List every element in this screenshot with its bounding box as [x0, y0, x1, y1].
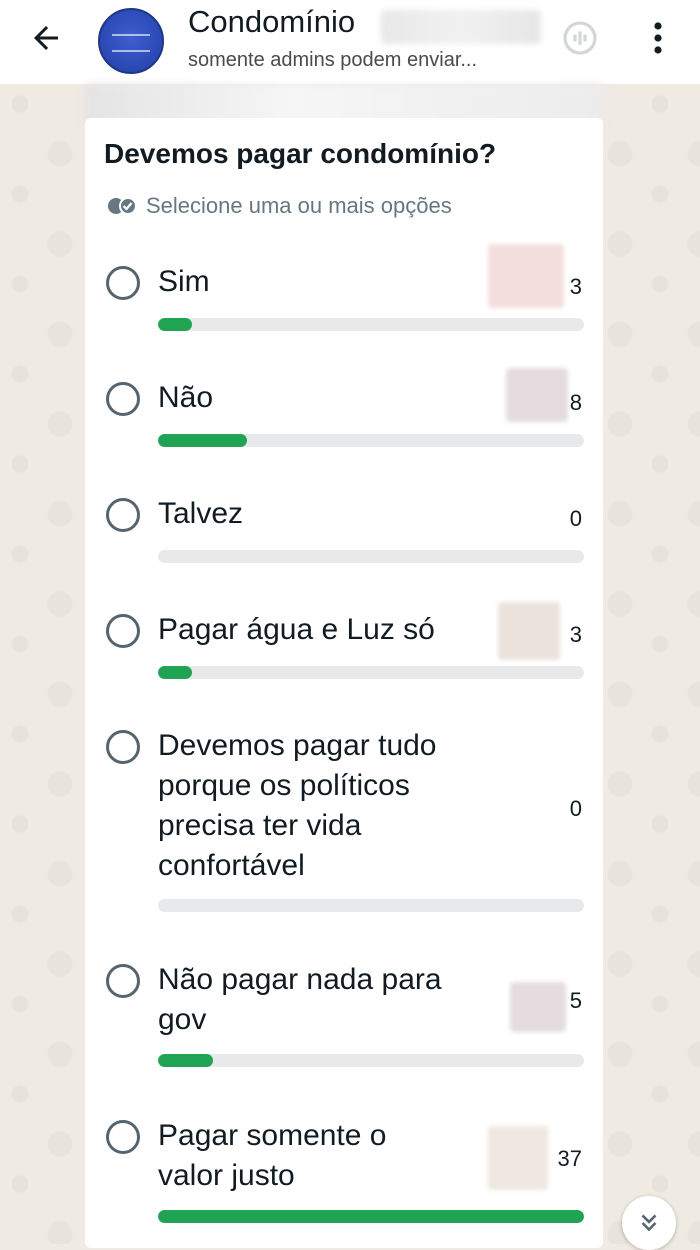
option-label: Não pagar nada para gov	[158, 963, 442, 1036]
group-avatar[interactable]	[98, 8, 164, 74]
more-options-button[interactable]	[636, 14, 680, 62]
option-progress-fill	[158, 1210, 584, 1223]
option-progress-fill	[158, 434, 248, 447]
option-radio[interactable]	[106, 730, 140, 764]
call-button[interactable]	[558, 16, 602, 60]
option-progress-track	[158, 550, 584, 563]
option-label: Talvez	[158, 497, 244, 530]
voter-avatars	[506, 368, 568, 422]
option-radio[interactable]	[106, 266, 140, 300]
call-add-icon	[563, 21, 597, 55]
option-label: Pagar água e Luz só	[158, 613, 435, 646]
poll-hint-text: Selecione uma ou mais opções	[146, 193, 452, 218]
option-vote-count[interactable]: 3	[570, 622, 582, 648]
option-progress-track	[158, 1054, 584, 1067]
option-radio[interactable]	[106, 498, 140, 532]
option-vote-count[interactable]: 3	[570, 274, 582, 300]
poll-option-talvez[interactable]: Talvez 0	[104, 494, 594, 566]
group-title[interactable]: Condomínio	[188, 4, 355, 40]
option-radio[interactable]	[106, 614, 140, 648]
option-progress-fill	[158, 318, 193, 331]
back-button[interactable]	[22, 14, 70, 62]
scroll-to-bottom-button[interactable]	[622, 1196, 676, 1250]
option-progress-track	[158, 899, 584, 912]
poll-option-pagar-tudo[interactable]: Devemos pagar tudo porque os políticos p…	[104, 726, 594, 916]
double-check-circle-icon	[106, 196, 140, 216]
poll-question: Devemos pagar condomínio?	[104, 138, 497, 169]
arrow-left-icon	[34, 26, 58, 50]
option-label: Devemos pagar tudo porque os políticos p…	[158, 729, 437, 882]
poll-option-agua-luz[interactable]: Pagar água e Luz só 3	[104, 602, 594, 682]
option-vote-count[interactable]: 5	[570, 988, 582, 1014]
chevron-double-down-icon	[641, 1214, 657, 1232]
group-subtitle: somente admins podem enviar...	[188, 49, 478, 71]
poll-hint: Selecione uma ou mais opções	[106, 193, 452, 219]
option-radio[interactable]	[106, 382, 140, 416]
voter-avatars	[498, 602, 560, 660]
poll-option-nao[interactable]: Não 8	[104, 368, 594, 450]
more-vertical-icon	[654, 22, 662, 54]
voter-avatars	[488, 244, 564, 308]
poll-option-valor-justo[interactable]: Pagar somente o valor justo 37	[104, 1116, 594, 1226]
option-vote-count[interactable]: 0	[570, 506, 582, 532]
option-progress-fill	[158, 666, 193, 679]
voter-avatars	[488, 1126, 548, 1190]
poll-option-sim[interactable]: Sim 3	[104, 244, 594, 334]
title-redaction	[381, 10, 541, 44]
option-label: Pagar somente o valor justo	[158, 1119, 387, 1192]
option-progress-track	[158, 1210, 584, 1223]
option-vote-count[interactable]: 8	[570, 390, 582, 416]
option-radio[interactable]	[106, 964, 140, 998]
option-progress-fill	[158, 1054, 214, 1067]
option-progress-track	[158, 666, 584, 679]
voter-avatars	[510, 982, 566, 1032]
option-vote-count[interactable]: 37	[558, 1146, 582, 1172]
option-progress-track	[158, 318, 584, 331]
option-radio[interactable]	[106, 1120, 140, 1154]
option-vote-count[interactable]: 0	[570, 796, 582, 822]
option-progress-track	[158, 434, 584, 447]
option-label: Não	[158, 381, 214, 414]
chat-header: Condomínio somente admins podem enviar..…	[0, 0, 700, 84]
option-label: Sim	[158, 265, 210, 298]
poll-option-nao-pagar-nada[interactable]: Não pagar nada para gov 5	[104, 960, 594, 1070]
